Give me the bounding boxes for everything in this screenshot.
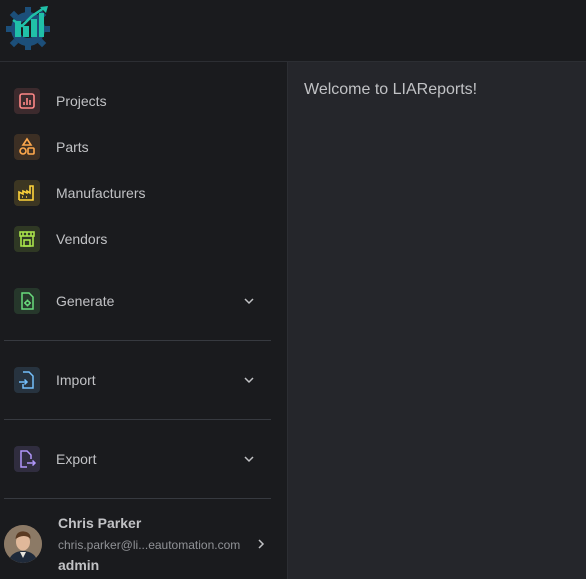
sidebar-group-export[interactable]: Export xyxy=(0,436,287,482)
sidebar-group-label: Export xyxy=(56,451,97,467)
sidebar: Projects Parts Manufacturers Vendors Gen… xyxy=(0,62,288,579)
storefront-icon xyxy=(14,226,40,252)
liareports-logo-icon[interactable] xyxy=(4,4,52,50)
sidebar-group-import[interactable]: Import xyxy=(0,357,287,403)
sidebar-item-label: Vendors xyxy=(56,231,108,247)
sidebar-item-label: Manufacturers xyxy=(56,185,146,201)
bar-chart-icon xyxy=(14,88,40,114)
sidebar-item-vendors[interactable]: Vendors xyxy=(0,216,287,262)
divider xyxy=(4,498,271,499)
file-export-icon xyxy=(14,446,40,472)
user-button[interactable]: Chris Parker chris.parker@li...eautomati… xyxy=(0,502,287,579)
sidebar-item-label: Parts xyxy=(56,139,89,155)
sidebar-group-generate[interactable]: Generate xyxy=(0,278,287,324)
sidebar-item-parts[interactable]: Parts xyxy=(0,124,287,170)
sidebar-item-manufacturers[interactable]: Manufacturers xyxy=(0,170,287,216)
sidebar-group-label: Import xyxy=(56,372,96,388)
divider xyxy=(4,340,271,341)
sidebar-item-projects[interactable]: Projects xyxy=(0,78,287,124)
file-import-icon xyxy=(14,367,40,393)
user-name: Chris Parker xyxy=(58,515,142,531)
sidebar-item-label: Projects xyxy=(56,93,107,109)
shapes-icon xyxy=(14,134,40,160)
user-role: admin xyxy=(58,557,100,573)
sidebar-group-label: Generate xyxy=(56,293,115,309)
chevron-down-icon xyxy=(244,298,254,305)
user-email: chris.parker@li...eautomation.com xyxy=(58,538,241,552)
factory-icon xyxy=(14,180,40,206)
divider xyxy=(4,419,271,420)
avatar xyxy=(4,525,42,563)
main-content: Welcome to LIAReports! xyxy=(288,62,586,579)
app-header xyxy=(0,0,586,62)
welcome-message: Welcome to LIAReports! xyxy=(304,81,478,98)
file-settings-icon xyxy=(14,288,40,314)
chevron-down-icon xyxy=(244,456,254,463)
chevron-down-icon xyxy=(244,377,254,384)
chevron-right-icon xyxy=(258,539,265,549)
